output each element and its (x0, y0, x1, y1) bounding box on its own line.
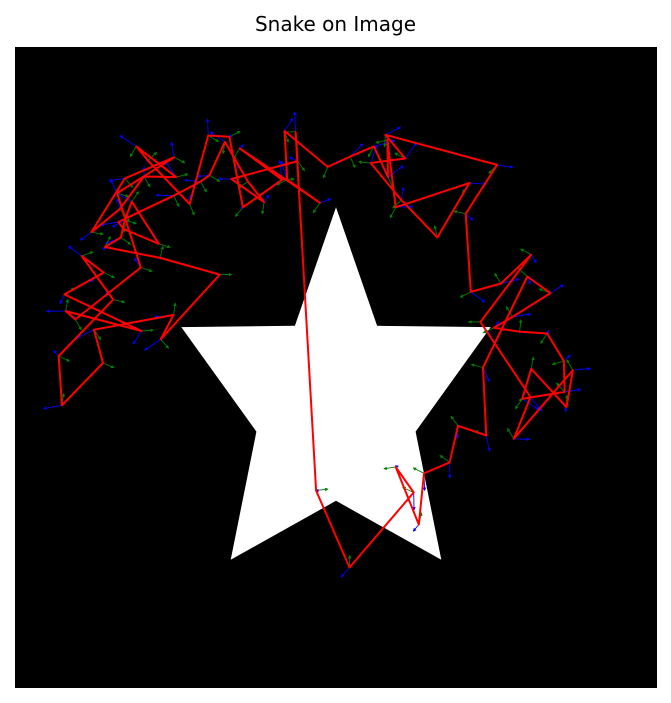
force-arrow (205, 118, 210, 136)
force-arrow (155, 193, 174, 198)
figure: Snake on Image (0, 0, 671, 703)
chart-plot (15, 47, 657, 688)
